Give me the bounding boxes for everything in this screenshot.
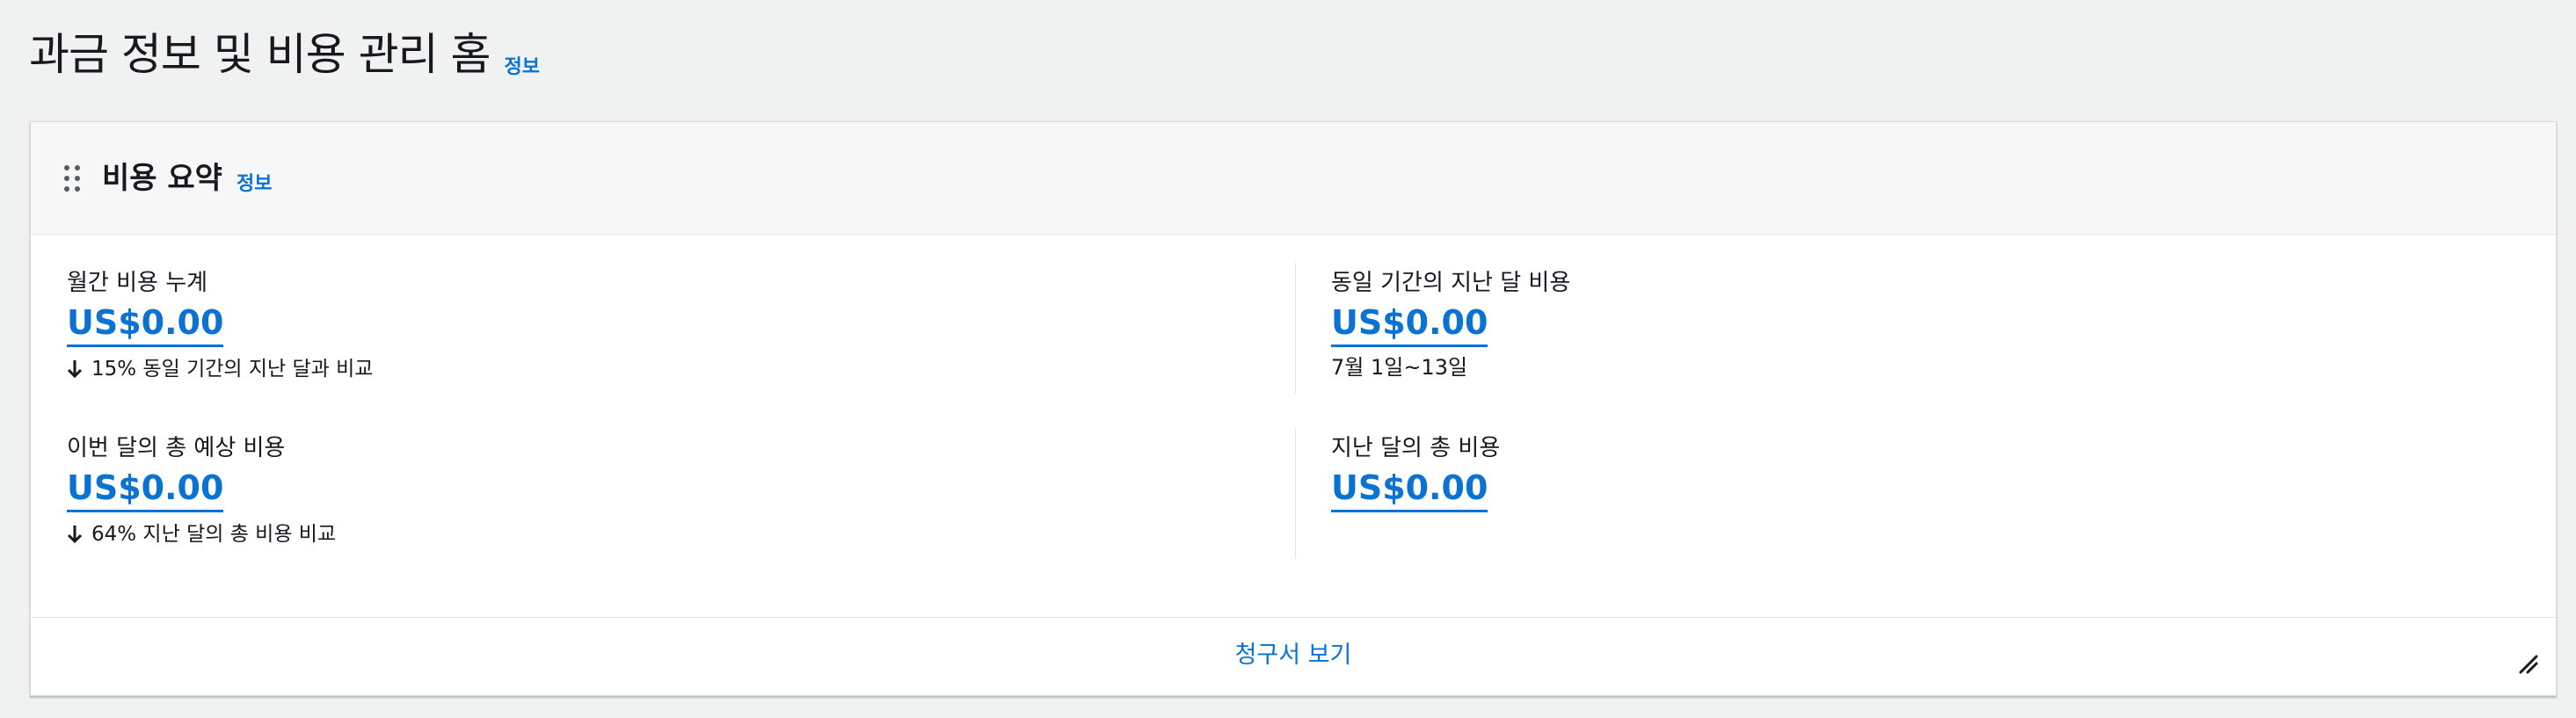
metric-comparison: 15% 동일 기간의 지난 달과 비교	[67, 356, 373, 382]
metric-forecast: 이번 달의 총 예상 비용 US$0.00 64% 지난 달의 총 비용 비교	[67, 433, 336, 548]
page-info-link[interactable]: 정보	[504, 58, 539, 77]
arrow-down-icon	[67, 360, 83, 379]
date-range: 7월 1일~13일	[1331, 355, 1468, 380]
metric-label: 지난 달의 총 비용	[1331, 435, 1501, 461]
metric-label: 월간 비용 누계	[67, 270, 208, 296]
cost-summary-card: 비용 요약 정보 월간 비용 누계 US$0.00 15% 동일 기간의 지난 …	[30, 121, 2557, 696]
drag-dot	[75, 175, 80, 181]
drag-dot	[64, 185, 69, 192]
metric-value-link[interactable]: US$0.00	[1331, 302, 1488, 347]
drag-dot	[75, 164, 80, 170]
metric-last-month-total: 지난 달의 총 비용 US$0.00	[1331, 433, 1500, 512]
card-header: 비용 요약 정보	[31, 122, 2556, 235]
resize-icon[interactable]	[2517, 653, 2538, 674]
metric-value-link[interactable]: US$0.00	[67, 302, 224, 347]
metric-label: 이번 달의 총 예상 비용	[67, 435, 286, 461]
metric-note-text: 15% 동일 기간의 지난 달과 비교	[91, 358, 374, 381]
drag-dot	[75, 185, 80, 192]
card-footer: 청구서 보기	[31, 617, 2556, 697]
drag-handle-icon[interactable]	[64, 164, 80, 192]
arrow-down-icon	[67, 526, 83, 544]
metric-note-text: 64% 지난 달의 총 비용 비교	[91, 523, 337, 546]
metric-month-to-date: 월간 비용 누계 US$0.00 15% 동일 기간의 지난 달과 비교	[67, 268, 373, 382]
column-divider	[1295, 263, 1296, 394]
view-bills-link[interactable]: 청구서 보기	[1235, 641, 1352, 671]
cost-summary-grid: 월간 비용 누계 US$0.00 15% 동일 기간의 지난 달과 비교 동일 …	[31, 235, 2556, 617]
card-info-link[interactable]: 정보	[236, 168, 272, 196]
drag-dot	[64, 175, 69, 181]
metric-value-link[interactable]: US$0.00	[1331, 468, 1488, 512]
drag-dot	[64, 164, 69, 170]
metric-last-month-same-period: 동일 기간의 지난 달 비용 US$0.00 7월 1일~13일	[1331, 268, 1570, 381]
page-header: 과금 정보 및 비용 관리 홈 정보	[29, 25, 540, 84]
card-title: 비용 요약	[102, 160, 222, 196]
metric-value-link[interactable]: US$0.00	[67, 468, 224, 512]
metric-comparison: 64% 지난 달의 총 비용 비교	[67, 521, 336, 548]
column-divider	[1295, 428, 1296, 559]
metric-label: 동일 기간의 지난 달 비용	[1331, 270, 1571, 296]
page-title: 과금 정보 및 비용 관리 홈	[29, 29, 491, 80]
